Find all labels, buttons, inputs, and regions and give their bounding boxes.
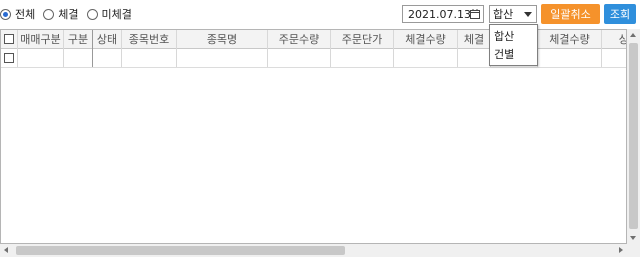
header-select-all-cell <box>1 30 18 48</box>
scroll-up-arrow-icon[interactable] <box>630 33 636 37</box>
dropdown-option-sum[interactable]: 합산 <box>490 27 537 45</box>
table-cell <box>93 48 122 67</box>
table-cell <box>177 48 268 67</box>
view-mode-select[interactable]: 합산 <box>489 5 537 23</box>
table-cell <box>268 48 331 67</box>
header-order-qty[interactable]: 주문수량 <box>268 30 331 48</box>
table-cell <box>538 48 602 67</box>
scroll-down-arrow-icon[interactable] <box>630 236 636 240</box>
row-checkbox[interactable] <box>4 52 14 63</box>
header-stock-name[interactable]: 종목명 <box>177 30 268 48</box>
radio-filled-indicator[interactable] <box>43 8 55 20</box>
radio-unfilled-label: 미체결 <box>101 8 132 21</box>
view-mode-dropdown: 합산 건별 <box>489 24 538 66</box>
vertical-scroll-thumb[interactable] <box>629 43 638 229</box>
scrollbar-corner <box>627 244 640 257</box>
horizontal-scrollbar[interactable] <box>0 244 627 257</box>
header-filled[interactable]: 체결 <box>458 30 491 48</box>
table-cell <box>458 48 491 67</box>
horizontal-scroll-thumb[interactable] <box>16 246 345 255</box>
radio-unfilled-indicator[interactable] <box>86 8 98 20</box>
header-product[interactable]: 상품 <box>602 30 626 48</box>
radio-unfilled[interactable]: 미체결 <box>86 6 132 22</box>
table-cell <box>394 48 458 67</box>
header-filled-qty-2[interactable]: 체결수량 <box>538 30 602 48</box>
scroll-left-arrow-icon[interactable] <box>4 247 8 253</box>
calendar-icon[interactable] <box>470 9 480 19</box>
radio-filled[interactable]: 체결 <box>43 6 79 22</box>
radio-filled-label: 체결 <box>58 8 79 21</box>
table-cell <box>18 48 64 67</box>
header-category[interactable]: 구분 <box>64 30 93 48</box>
table-cell <box>602 48 626 67</box>
header-status[interactable]: 상태 <box>93 30 122 48</box>
dropdown-option-each[interactable]: 건별 <box>490 45 537 63</box>
select-all-checkbox[interactable] <box>4 34 14 44</box>
query-button[interactable]: 조회 <box>604 4 636 24</box>
status-radio-group: 전체 체결 미체결 <box>0 6 140 22</box>
date-value[interactable]: 2021.07.13 <box>408 8 471 21</box>
table-cell <box>122 48 177 67</box>
radio-all-indicator[interactable] <box>0 8 11 20</box>
vertical-scrollbar[interactable] <box>627 29 640 244</box>
scroll-right-arrow-icon[interactable] <box>619 247 623 253</box>
cancel-all-button[interactable]: 일괄취소 <box>541 4 600 24</box>
table-cell <box>64 48 93 67</box>
table-cell <box>331 48 394 67</box>
radio-all-label: 전체 <box>15 8 36 21</box>
chevron-down-icon[interactable] <box>524 12 532 17</box>
row-checkbox-cell <box>1 48 18 67</box>
header-order-price[interactable]: 주문단가 <box>331 30 394 48</box>
radio-all[interactable]: 전체 <box>0 6 35 22</box>
header-trade-type[interactable]: 매매구분 <box>18 30 64 48</box>
header-filled-qty[interactable]: 체결수량 <box>394 30 458 48</box>
view-mode-value: 합산 <box>493 8 514 21</box>
header-stock-code[interactable]: 종목번호 <box>122 30 177 48</box>
date-picker[interactable]: 2021.07.13 <box>402 5 484 23</box>
